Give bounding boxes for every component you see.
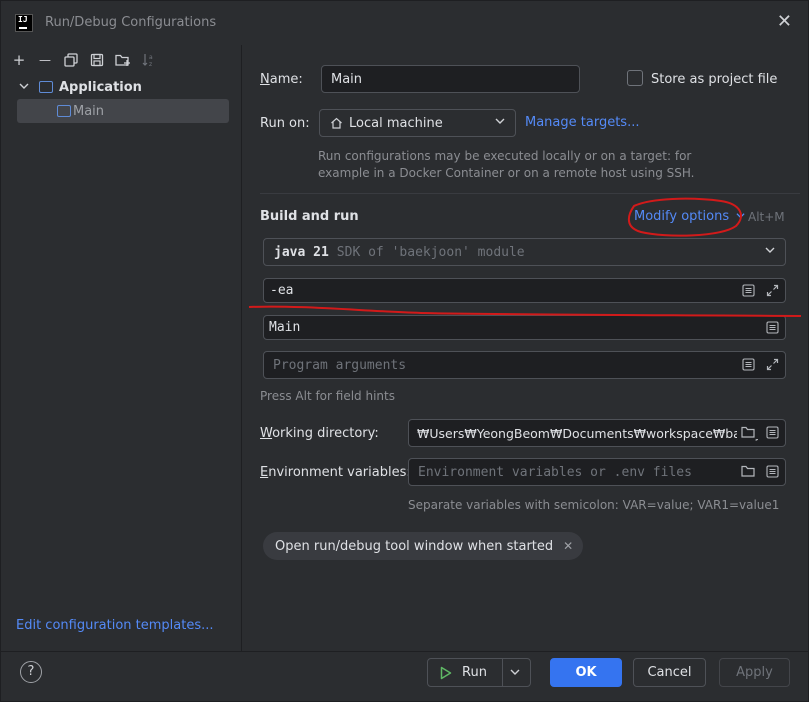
env-label: Environment variables: bbox=[260, 465, 411, 480]
run-on-select[interactable]: Local machine bbox=[319, 109, 516, 137]
jdk-value: java 21 bbox=[274, 244, 329, 260]
modify-options-link[interactable]: Modify options bbox=[634, 209, 745, 224]
working-dir-field[interactable]: ₩Users₩YeongBeom₩Documents₩workspace₩bae… bbox=[408, 419, 786, 447]
working-dir-label: Working directory: bbox=[260, 426, 379, 441]
chevron-down-icon bbox=[765, 245, 775, 258]
build-run-title: Build and run bbox=[260, 209, 359, 224]
home-icon bbox=[330, 117, 343, 129]
manage-targets-link[interactable]: Manage targets... bbox=[525, 115, 639, 130]
folder-icon[interactable] bbox=[741, 464, 755, 478]
application-icon bbox=[57, 105, 71, 117]
main-class-field[interactable]: Main bbox=[263, 315, 786, 340]
application-icon bbox=[39, 81, 53, 93]
config-toolbar: + — az bbox=[9, 49, 159, 71]
name-label: Name: bbox=[260, 72, 303, 87]
run-debug-dialog: IJ Run/Debug Configurations ✕ + — az App… bbox=[0, 0, 809, 702]
run-on-hint-line2: example in a Docker Container or on a re… bbox=[318, 166, 695, 180]
edit-templates-link[interactable]: Edit configuration templates... bbox=[16, 618, 214, 633]
apply-button[interactable]: Apply bbox=[719, 658, 790, 687]
run-icon bbox=[440, 666, 452, 680]
chevron-down-icon bbox=[736, 209, 745, 224]
ok-button[interactable]: OK bbox=[550, 658, 622, 687]
program-args-field[interactable]: Program arguments bbox=[263, 351, 786, 379]
separator bbox=[260, 193, 800, 194]
svg-text:z: z bbox=[149, 61, 152, 67]
env-field[interactable]: Environment variables or .env files bbox=[408, 458, 786, 486]
cancel-button[interactable]: Cancel bbox=[633, 658, 706, 687]
new-folder-icon[interactable] bbox=[113, 50, 133, 70]
run-split-divider bbox=[502, 659, 503, 686]
title-bar: IJ Run/Debug Configurations ✕ bbox=[1, 1, 808, 45]
jdk-select[interactable]: java 21 SDK of 'baekjoon' module bbox=[263, 238, 786, 266]
list-icon[interactable] bbox=[765, 425, 779, 439]
close-icon[interactable]: ✕ bbox=[563, 539, 573, 553]
modify-shortcut: Alt+M bbox=[748, 210, 785, 224]
remove-icon[interactable]: — bbox=[35, 50, 55, 70]
field-hints-text: Press Alt for field hints bbox=[260, 389, 395, 403]
run-button[interactable]: Run bbox=[427, 658, 531, 687]
add-icon[interactable]: + bbox=[9, 50, 29, 70]
env-hint: Separate variables with semicolon: VAR=v… bbox=[408, 498, 780, 512]
intellij-logo-icon: IJ bbox=[15, 14, 33, 32]
expand-icon[interactable] bbox=[765, 357, 779, 371]
copy-icon[interactable] bbox=[61, 50, 81, 70]
name-field[interactable]: Main bbox=[321, 65, 580, 93]
svg-text:a: a bbox=[149, 54, 153, 61]
option-chip[interactable]: Open run/debug tool window when started … bbox=[263, 532, 584, 560]
button-bar: ? Run OK Cancel Apply bbox=[1, 651, 808, 701]
store-project-checkbox[interactable] bbox=[627, 70, 643, 86]
close-icon[interactable]: ✕ bbox=[777, 11, 792, 32]
window-title: Run/Debug Configurations bbox=[45, 15, 217, 30]
run-on-hint-line1: Run configurations may be executed local… bbox=[318, 149, 692, 163]
tree-group-application[interactable]: Application bbox=[1, 75, 241, 99]
sort-icon[interactable]: az bbox=[139, 50, 159, 70]
store-project-label: Store as project file bbox=[651, 72, 778, 87]
tree-item-main[interactable]: Main bbox=[17, 99, 229, 123]
run-on-label: Run on: bbox=[260, 116, 310, 131]
tree-item-label: Main bbox=[73, 103, 105, 119]
list-icon[interactable] bbox=[765, 320, 779, 334]
list-icon[interactable] bbox=[741, 357, 755, 371]
save-icon[interactable] bbox=[87, 50, 107, 70]
chevron-down-icon[interactable] bbox=[510, 666, 520, 681]
config-tree: Application Main bbox=[1, 75, 241, 123]
help-icon[interactable]: ? bbox=[20, 661, 42, 683]
chevron-down-icon bbox=[495, 116, 505, 129]
folder-icon[interactable] bbox=[741, 425, 755, 439]
tree-group-label: Application bbox=[59, 79, 142, 95]
vm-options-field[interactable]: -ea bbox=[263, 278, 786, 303]
left-panel: + — az Application Main Edit configurati… bbox=[1, 45, 242, 651]
list-icon[interactable] bbox=[741, 283, 755, 297]
chevron-down-icon[interactable] bbox=[19, 81, 33, 94]
list-icon[interactable] bbox=[765, 464, 779, 478]
config-form: Name: Main Store as project file Run on:… bbox=[243, 45, 808, 651]
jdk-hint: SDK of 'baekjoon' module bbox=[336, 244, 525, 260]
expand-icon[interactable] bbox=[765, 283, 779, 297]
